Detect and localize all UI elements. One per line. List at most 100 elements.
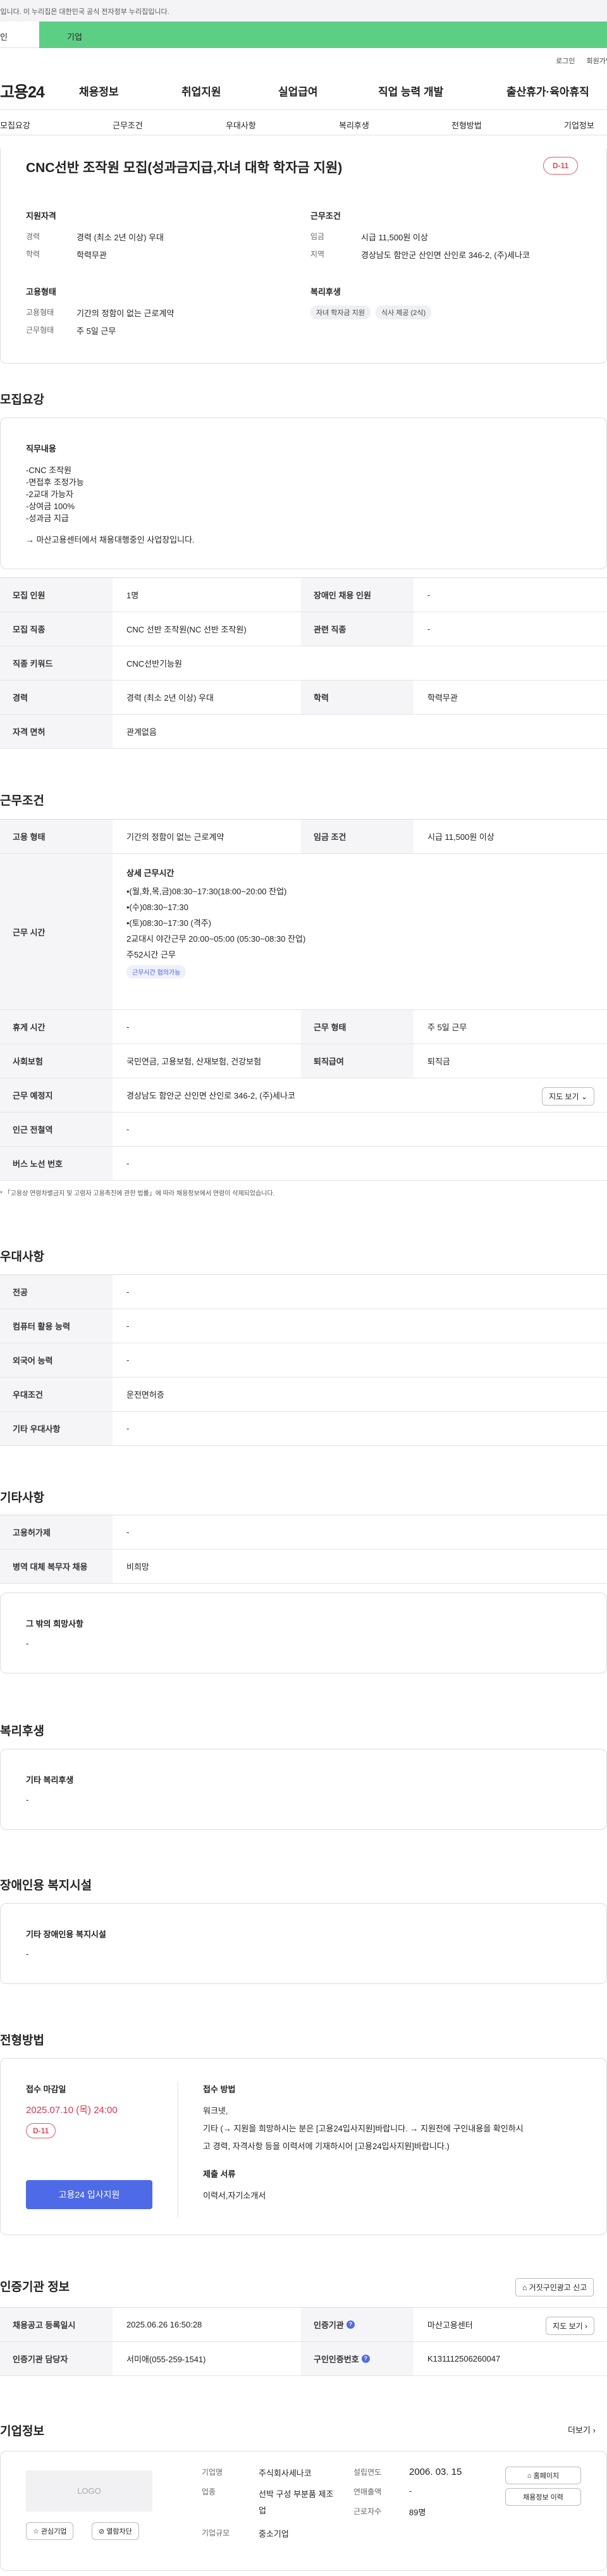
table-cell: 비희망 (126, 1562, 149, 1572)
table-header-cell: 휴게 시간 (0, 1010, 113, 1044)
table-header-cell: 자격 면허 (0, 715, 113, 748)
disability-section-title: 장애인용 복지시설 (0, 1879, 92, 1892)
subnav-recruit[interactable]: 모집요강 (0, 119, 30, 131)
apply-dday-badge: D-11 (26, 2123, 56, 2138)
disability-card: 기타 장애인용 복지시설 - (0, 1903, 607, 1984)
info-icon[interactable]: ? (346, 2320, 355, 2329)
welfare-chips: 자녀 학자금 지원 식사 제공 (2식) (310, 305, 436, 319)
work-table: 고용 형태 기간의 정함이 없는 근로계약 임금 조건 시급 11,500원 이… (0, 819, 607, 1181)
audience-tabs: 인 기업 (0, 22, 607, 48)
table-cell: 경력 (최소 2년 이상) 우대 (126, 693, 214, 703)
subnav-company[interactable]: 기업정보 (564, 119, 594, 131)
hope-value: - (26, 1639, 29, 1648)
disability-heading: 기타 장애인용 복지시설 (26, 1930, 106, 1939)
cert-map-button[interactable]: 지도 보기 › (546, 2317, 594, 2335)
nav-training[interactable]: 직업 능력 개발 (378, 83, 443, 99)
table-header-cell: 직종 키워드 (0, 646, 113, 680)
table-cell: - (427, 590, 431, 600)
info-icon[interactable]: ? (361, 2355, 370, 2363)
recruit-section-title: 모집요강 (0, 393, 44, 407)
report-fake-ad-button[interactable]: ⌂ 거짓구인광고 신고 (515, 2278, 594, 2296)
wage-label: 임금 (310, 232, 325, 241)
table-cell: - (126, 1125, 130, 1134)
work-time-line: •(수)08:30~17:30 (126, 903, 188, 912)
signup-link[interactable]: 회원가입 (587, 56, 607, 66)
table-header-cell: 사회보험 (0, 1044, 113, 1078)
table-row: 모집 직종 CNC 선반 조작원(NC 선반 조작원) 관련 직종 - (0, 612, 607, 646)
table-header-cell: 외국어 능력 (0, 1343, 113, 1377)
top-links: 로그인 회원가입 (0, 48, 607, 66)
table-header-cell: 구인인증번호? (301, 2342, 414, 2376)
login-link[interactable]: 로그인 (556, 56, 575, 66)
homepage-button[interactable]: ⌂ 홈페이지 (505, 2467, 581, 2484)
map-button[interactable]: 지도 보기 ⌄ (542, 1087, 594, 1106)
method-line: 기타 (→ 지원을 희망하시는 분은 [고용24입사지원]바랍니다. → 지원전… (203, 2124, 524, 2133)
table-header-cell: 우대조건 (0, 1377, 113, 1411)
table-header-cell: 고용 형태 (0, 820, 113, 853)
subnav-apply[interactable]: 전형방법 (451, 119, 482, 131)
company-more-link[interactable]: 더보기 › (568, 2424, 596, 2436)
cert-section-title: 인증기관 정보 (0, 2281, 70, 2294)
table-row: 직종 키워드 CNC선반기능원 (0, 646, 607, 681)
etc-section-title: 기타사항 (0, 1491, 44, 1505)
deadline-heading: 접수 마감일 (26, 2085, 66, 2094)
dday-badge: D-11 (543, 157, 579, 175)
table-header-cell: 관련 직종 (301, 612, 414, 646)
subnav-work[interactable]: 근무조건 (113, 119, 143, 131)
star-icon: ☆ (33, 2528, 39, 2536)
home-icon: ⌂ (527, 2472, 532, 2480)
table-header-cell: 전공 (0, 1275, 113, 1309)
career-value: 경력 (최소 2년 이상) 우대 (77, 233, 164, 242)
work-time-heading: 상세 근무시간 (126, 868, 175, 878)
etype-label: 고용형태 (26, 308, 54, 317)
nav-leave[interactable]: 출산휴가·육아휴직 (506, 83, 589, 99)
table-cell: 시급 11,500원 이상 (427, 832, 494, 842)
table-row: 자격 면허 관계없음 (0, 715, 607, 749)
company-info-value: 선박 구성 부분품 제조업 (259, 2489, 334, 2515)
table-cell: - (126, 1424, 130, 1433)
table-cell: 주 5일 근무 (427, 1023, 467, 1032)
table-cell: 서미애(055-259-1541) (126, 2355, 206, 2364)
company-info-label: 업종 (202, 2487, 216, 2496)
block-company-button[interactable]: ⊘ 열람차단 (92, 2522, 139, 2540)
table-header-cell: 근무 형태 (301, 1010, 414, 1044)
table-cell: 경상남도 함안군 산인면 산인로 346-2, (주)세나코 (126, 1091, 295, 1100)
table-row: 근무 예정지 경상남도 함안군 산인면 산인로 346-2, (주)세나코 지도… (0, 1078, 607, 1112)
table-cell: 1명 (126, 591, 139, 600)
company-info-value: 2006. 03. 15 (409, 2467, 462, 2477)
welfare-chip: 식사 제공 (2식) (375, 305, 432, 319)
duty-line: -성과금 지급 (26, 514, 69, 523)
table-row: 기타 우대사항 - (0, 1412, 607, 1446)
qual-heading: 지원자격 (26, 211, 56, 221)
work-time-line: 2교대시 야간근무 20:00~05:00 (05:30~08:30 잔업) (126, 934, 306, 944)
company-card: LOGO ☆ 관심기업 ⊘ 열람차단 기업명 주식회사세나코 업종 선박 구성 … (0, 2451, 607, 2571)
pref-section-title: 우대사항 (0, 1250, 44, 1264)
table-row: 외국어 능력 - (0, 1343, 607, 1377)
tab-individual[interactable]: 인 (0, 22, 39, 48)
site-logo[interactable]: 고용24 (0, 80, 45, 102)
table-cell: 운전면허증 (126, 1390, 164, 1400)
table-cell: - (126, 1527, 130, 1537)
table-cell: - (126, 1287, 130, 1297)
company-info-label: 기업규모 (202, 2529, 230, 2537)
favorite-company-button[interactable]: ☆ 관심기업 (26, 2522, 74, 2540)
nav-jobs[interactable]: 채용정보 (79, 83, 119, 99)
table-cell: 퇴직금 (427, 1057, 450, 1066)
company-info-label: 근로자수 (353, 2507, 382, 2516)
edu-value: 학력무관 (77, 250, 107, 260)
apply-button[interactable]: 고용24 입사지원 (26, 2180, 152, 2209)
hope-card: 그 밖의 희망사항 - (0, 1593, 607, 1673)
duty-heading: 직무내용 (26, 444, 56, 453)
table-header-cell: 퇴직급여 (301, 1044, 414, 1078)
tab-company[interactable]: 기업 (39, 22, 607, 48)
table-header-cell: 병역 대체 복무자 채용 (0, 1550, 113, 1583)
table-row: 휴게 시간 - 근무 형태 주 5일 근무 (0, 1010, 607, 1044)
job-history-button[interactable]: 채용정보 이력 (505, 2488, 581, 2506)
chevron-down-icon: ⌄ (580, 1092, 587, 1101)
docs-value: 이력서,자기소개서 (203, 2191, 266, 2200)
nav-unemployment[interactable]: 실업급여 (278, 83, 318, 99)
table-header-cell: 고용허가제 (0, 1515, 113, 1549)
subnav-welfare[interactable]: 복리후생 (339, 119, 369, 131)
subnav-pref[interactable]: 우대사항 (226, 119, 256, 131)
nav-employment-support[interactable]: 취업지원 (181, 83, 221, 99)
